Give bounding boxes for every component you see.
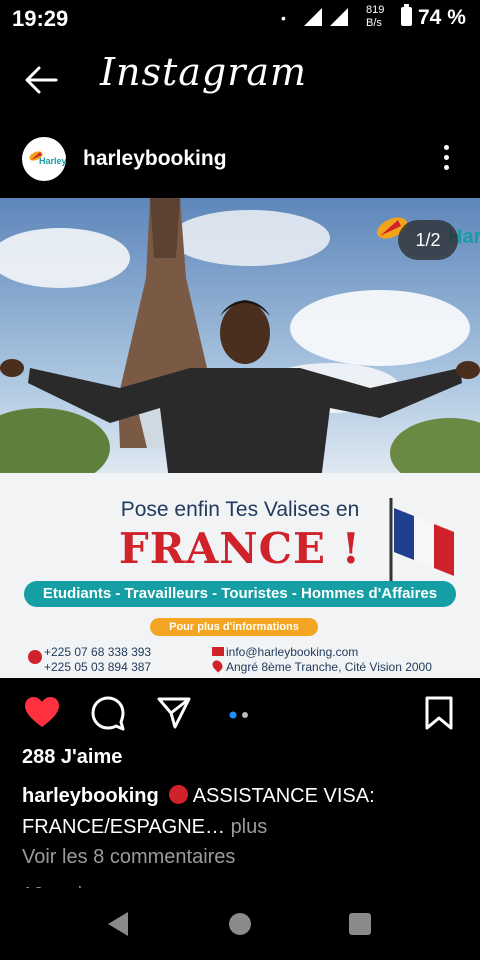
post-caption[interactable]: harleybooking ASSISTANCE VISA: FRANCE/ES… — [22, 781, 462, 843]
carousel-indicator — [229, 706, 251, 724]
nav-back-icon[interactable] — [108, 912, 128, 936]
battery-icon — [401, 4, 412, 26]
battery-level: 74 % — [418, 6, 466, 29]
ad-info-label: Pour plus d'informations — [150, 618, 318, 636]
signal-icon-2 — [330, 8, 348, 26]
ad-categories: Etudiants - Travailleurs - Touristes - H… — [24, 581, 456, 607]
post-date-truncated: 10 mai — [22, 880, 82, 888]
like-count[interactable]: 288 J'aime — [22, 746, 122, 769]
network-speed: 819 B/s — [366, 4, 384, 30]
ad-email: info@harleybooking.com — [226, 645, 359, 659]
more-options-icon[interactable] — [444, 145, 450, 175]
network-speed-value: 819 — [366, 4, 385, 16]
ad-tagline: Pose enfin Tes Valises en — [120, 498, 360, 521]
ad-country: FRANCE ! — [118, 524, 362, 573]
notification-dot: • — [281, 10, 286, 26]
status-bar: 19:29 • 819 B/s 74 % — [0, 0, 480, 38]
caption-more-link[interactable]: plus — [231, 816, 268, 838]
like-heart-icon[interactable] — [24, 696, 60, 733]
clock: 19:29 — [12, 6, 69, 31]
phone-icon — [28, 650, 42, 664]
image-counter: 1/2 — [398, 220, 458, 260]
network-speed-unit: B/s — [366, 17, 382, 29]
ad-phone-1: +225 07 68 338 393 — [44, 645, 152, 659]
comment-icon[interactable] — [90, 695, 126, 736]
ad-phone-2: +225 05 03 894 387 — [44, 660, 152, 674]
bookmark-icon[interactable] — [424, 696, 454, 735]
post-username[interactable]: harleybooking — [83, 147, 227, 171]
view-comments-link[interactable]: Voir les 8 commentaires — [22, 846, 235, 869]
nav-recents-icon[interactable] — [349, 913, 371, 935]
avatar-brand-text: Harley — [39, 156, 66, 166]
caption-username[interactable]: harleybooking — [22, 785, 159, 807]
instagram-logo: Instagram — [100, 50, 308, 94]
ad-address: Angré 8ème Tranche, Cité Vision 2000 — [226, 660, 432, 674]
avatar[interactable]: Harley — [22, 137, 66, 181]
share-icon[interactable] — [157, 696, 191, 735]
nav-home-icon[interactable] — [229, 913, 251, 935]
red-circle-icon — [169, 785, 189, 804]
back-arrow-icon[interactable] — [22, 60, 62, 100]
signal-icon — [304, 8, 322, 26]
email-icon — [212, 647, 224, 656]
